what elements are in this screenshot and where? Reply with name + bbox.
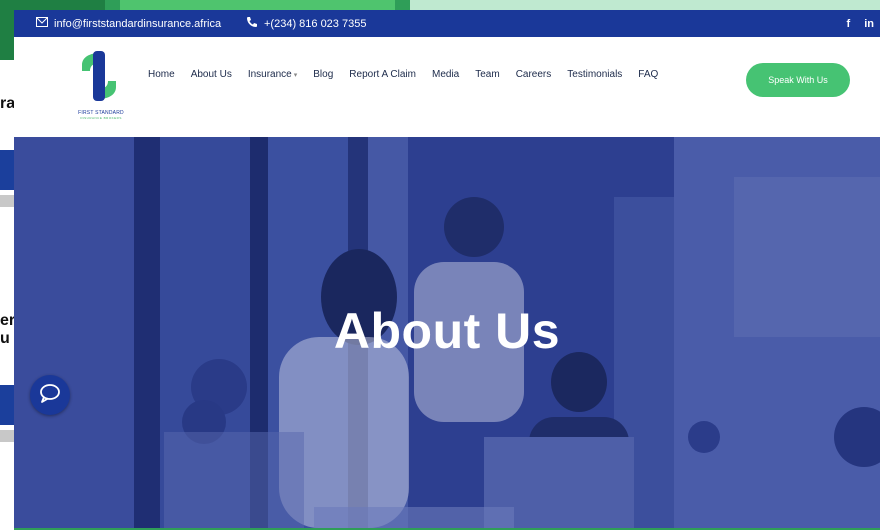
chat-widget-button[interactable] [30,375,70,415]
logo-mark [82,51,116,101]
background-button [0,385,14,425]
phone-icon [246,16,258,31]
background-button [0,150,14,190]
chevron-down-icon: ▾ [293,72,298,79]
phone-link[interactable]: +(234) 816 023 7355 [246,10,366,37]
nav-item-media[interactable]: Media [432,69,459,80]
background-panel [0,60,14,530]
top-contact-bar: info@firststandardinsurance.africa +(234… [14,10,880,37]
nav-item-home[interactable]: Home [148,69,175,80]
background-block [410,0,880,10]
page-title: About Us [333,303,561,359]
nav-item-insurance[interactable]: Insurance ▾ [248,69,297,80]
background-divider [0,430,14,442]
facebook-icon[interactable]: f [847,18,851,30]
site-header: FIRST STANDARD INSURANCE BROKERS Home Ab… [14,37,880,137]
chat-icon [39,383,61,408]
background-block [0,0,105,10]
hero-banner: About Us [14,137,880,528]
nav-item-faq[interactable]: FAQ [638,69,658,80]
nav-item-blog[interactable]: Blog [313,69,333,80]
website-frame: info@firststandardinsurance.africa +(234… [14,10,880,528]
background-text-fragment: u [0,330,10,347]
background-block [120,0,395,10]
social-links: f in [847,10,874,37]
phone-text: +(234) 816 023 7355 [264,17,367,30]
brand-logo[interactable]: FIRST STANDARD INSURANCE BROKERS [66,49,136,127]
nav-item-about-us[interactable]: About Us [191,69,232,80]
nav-item-insurance-label: Insurance [247,69,292,80]
logo-tagline: INSURANCE BROKERS [80,116,122,120]
nav-item-team[interactable]: Team [475,69,499,80]
speak-with-us-button[interactable]: Speak With Us [746,63,850,97]
email-link[interactable]: info@firststandardinsurance.africa [36,10,221,37]
mail-icon [36,17,48,30]
background-divider [0,195,14,207]
nav-item-testimonials[interactable]: Testimonials [567,69,622,80]
nav-item-careers[interactable]: Careers [516,69,552,80]
linkedin-icon[interactable]: in [864,18,874,30]
email-text: info@firststandardinsurance.africa [54,17,222,30]
background-text-fragment: ra [0,95,14,112]
main-navigation: Home About Us Insurance ▾ Blog Report A C… [148,69,658,80]
nav-item-report-a-claim[interactable]: Report A Claim [349,69,416,80]
background-text-fragment: er [0,312,14,329]
